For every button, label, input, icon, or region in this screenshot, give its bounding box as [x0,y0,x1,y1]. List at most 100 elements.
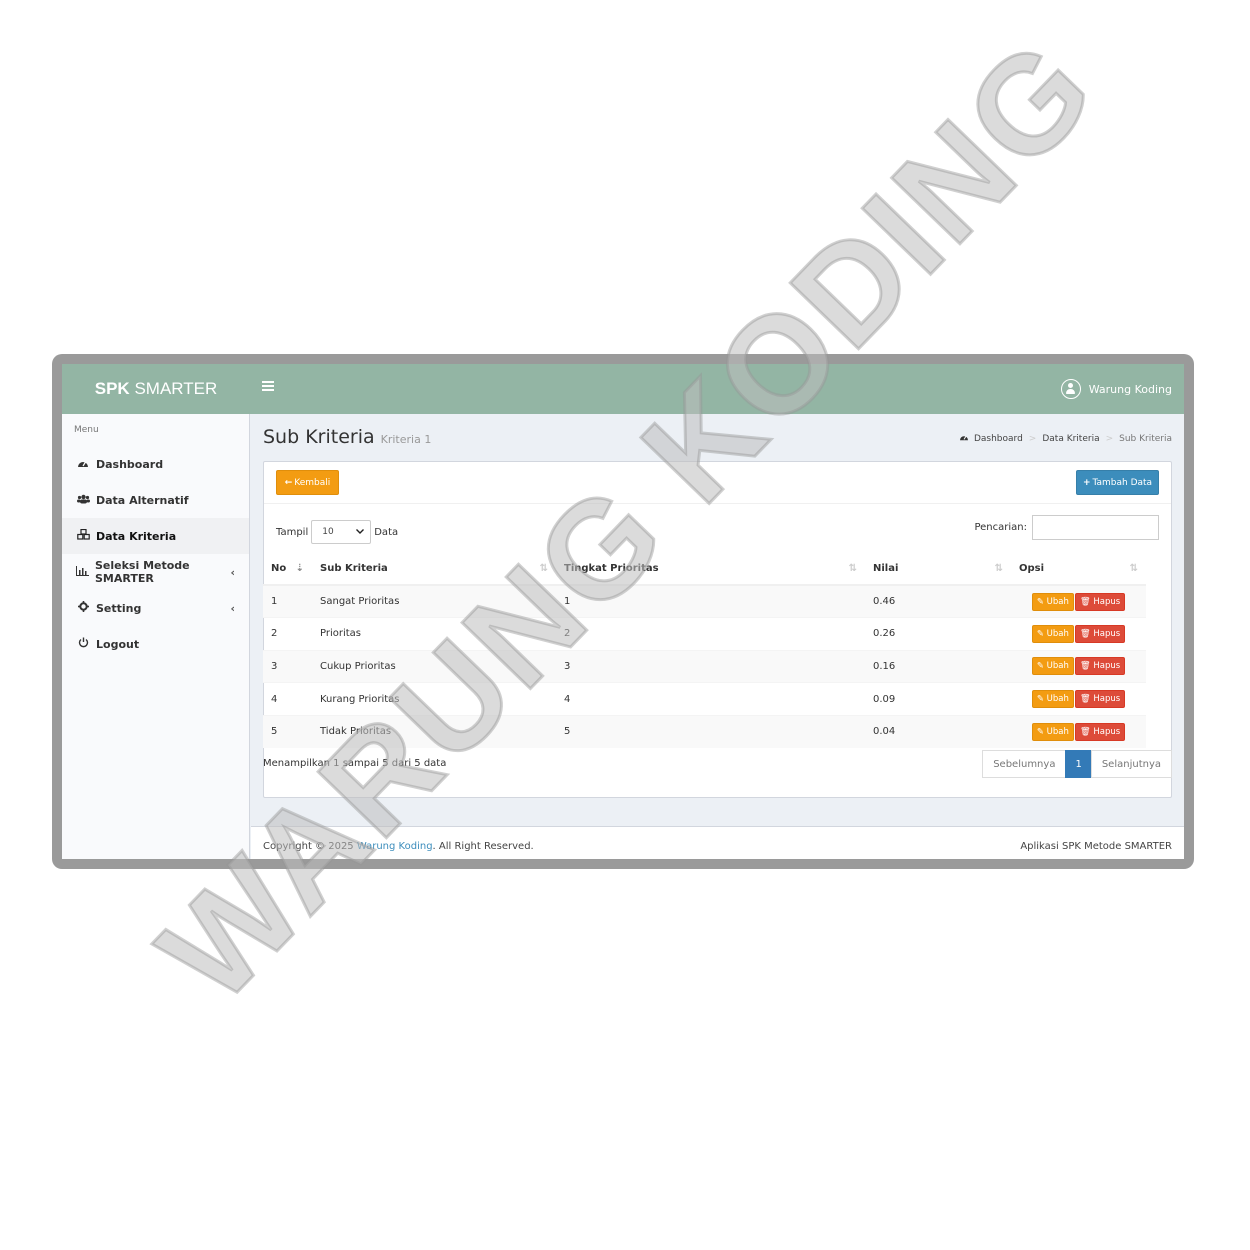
pagination-next[interactable]: Selanjutnya [1090,750,1172,778]
cell-opsi: ✎ Ubah 🗑 Hapus [1011,682,1146,716]
arrow-left-icon: ← [284,477,293,488]
pagination: Sebelumnya 1 Selanjutnya [982,750,1172,778]
edit-button[interactable]: ✎ Ubah [1031,624,1074,643]
table-row: 3 Cukup Prioritas 3 0.16 ✎ Ubah 🗑 Hapus [263,649,1146,683]
plus-icon: + [1082,477,1091,488]
delete-button[interactable]: 🗑 Hapus [1074,592,1126,611]
delete-button[interactable]: 🗑 Hapus [1074,624,1126,643]
sidebar-item-label: Data Alternatif [96,493,189,507]
table-row: 2 Prioritas 2 0.26 ✎ Ubah 🗑 Hapus [263,617,1146,651]
back-button[interactable]: ← Kembali [276,470,339,495]
page-length-select[interactable]: 10 [311,520,372,544]
breadcrumb-current: Sub Kriteria [1119,433,1172,444]
breadcrumb: Dashboard > Data Kriteria > Sub Kriteria [959,433,1172,444]
user-menu[interactable]: Warung Koding [1060,364,1172,414]
top-navbar: SPK SMARTER Warung Koding [62,364,1184,414]
copyright-link[interactable]: Warung Koding [357,841,433,852]
table-header-row: No ⇣ Sub Kriteria ⇅ Tingkat Prioritas ⇅ Nil… [263,553,1146,586]
column-header-tingkat-prioritas[interactable]: Tingkat Prioritas ⇅ [556,553,865,586]
cell-no: 1 [263,584,312,618]
sidebar-item-setting[interactable]: Setting ‹ [62,590,249,626]
sidebar: Menu Dashboard Data Alternatif Data Krit… [62,414,250,859]
sort-icon: ⇅ [994,563,1003,574]
cell-sub-kriteria: Kurang Prioritas [312,682,556,716]
search-input[interactable] [1032,515,1159,540]
page-length-control: Tampil 10 Data [276,520,398,544]
delete-button[interactable]: 🗑 Hapus [1074,722,1126,741]
breadcrumb-separator: > [1028,433,1037,444]
sidebar-header: Menu [74,425,99,435]
cell-opsi: ✎ Ubah 🗑 Hapus [1011,584,1146,618]
sidebar-item-logout[interactable]: Logout [62,626,249,662]
sort-icon: ⇅ [1129,563,1138,574]
footer-app-name: Aplikasi SPK Metode SMARTER [1020,841,1172,852]
sidebar-item-label: Setting [96,601,142,615]
copyright-suffix: . All Right Reserved. [432,841,534,852]
cell-nilai: 0.26 [865,617,1011,651]
edit-button[interactable]: ✎ Ubah [1031,690,1074,709]
cell-sub-kriteria: Tidak Prioritas [312,714,556,748]
table-row: 1 Sangat Prioritas 1 0.46 ✎ Ubah 🗑 Hapus [263,584,1146,618]
add-button-label: Tambah Data [1092,477,1153,488]
footer: Copyright © 2025 Warung Koding. All Righ… [251,826,1184,859]
power-icon [76,637,90,651]
column-header-nilai[interactable]: Nilai ⇅ [865,553,1011,586]
cell-tingkat: 5 [556,714,865,748]
cell-no: 3 [263,649,312,683]
breadcrumb-dashboard[interactable]: Dashboard [974,434,1023,444]
edit-button[interactable]: ✎ Ubah [1031,592,1074,611]
edit-button[interactable]: ✎ Ubah [1031,657,1074,676]
app-logo[interactable]: SPK SMARTER [62,364,250,414]
menu-toggle-icon[interactable] [262,381,274,393]
copyright-prefix: Copyright © 2025 [263,841,354,852]
cell-opsi: ✎ Ubah 🗑 Hapus [1011,617,1146,651]
table-row: 4 Kurang Prioritas 4 0.09 ✎ Ubah 🗑 Hapus [263,682,1146,716]
sidebar-item-data-kriteria[interactable]: Data Kriteria [62,518,249,554]
user-avatar-icon [1060,379,1081,399]
dashboard-icon [76,458,90,471]
cell-sub-kriteria: Prioritas [312,617,556,651]
cell-sub-kriteria: Cukup Prioritas [312,649,556,683]
cubes-icon [76,528,90,543]
page-title-text: Sub Kriteria [263,426,375,448]
cell-sub-kriteria: Sangat Prioritas [312,584,556,618]
sidebar-item-dashboard[interactable]: Dashboard [62,446,249,482]
page-subtitle: Kriteria 1 [380,433,432,446]
column-header-no[interactable]: No ⇣ [263,553,312,586]
sidebar-item-data-alternatif[interactable]: Data Alternatif [62,482,249,518]
delete-button[interactable]: 🗑 Hapus [1074,690,1126,709]
sidebar-item-label: Data Kriteria [96,529,177,543]
copyright: Copyright © 2025 Warung Koding. All Righ… [263,827,534,859]
page-length-value: 10 [322,527,334,537]
cell-tingkat: 4 [556,682,865,716]
app-window: SPK SMARTER Warung Koding Menu Dashboard… [62,364,1184,859]
pagination-page[interactable]: 1 [1065,750,1092,778]
dashboard-icon [959,433,969,444]
back-button-label: Kembali [294,477,331,488]
cell-tingkat: 1 [556,584,865,618]
chevron-down-icon [356,527,365,537]
add-data-button[interactable]: + Tambah Data [1076,470,1159,495]
delete-button[interactable]: 🗑 Hapus [1074,657,1126,676]
show-prefix: Tampil [276,526,309,538]
sidebar-item-label: Seleksi Metode SMARTER [95,559,190,585]
column-header-opsi[interactable]: Opsi ⇅ [1011,553,1146,586]
screenshot-frame: SPK SMARTER Warung Koding Menu Dashboard… [52,354,1194,869]
sort-asc-icon: ⇣ [295,563,304,574]
chevron-left-icon: ‹ [230,565,235,579]
page-title: Sub Kriteria Kriteria 1 [263,426,431,448]
edit-button[interactable]: ✎ Ubah [1031,722,1074,741]
sidebar-item-label: Logout [96,637,140,651]
sidebar-item-seleksi[interactable]: Seleksi Metode SMARTER ‹ [62,554,249,590]
column-header-sub-kriteria[interactable]: Sub Kriteria ⇅ [312,553,556,586]
cell-opsi: ✎ Ubah 🗑 Hapus [1011,714,1146,748]
sort-icon: ⇅ [848,563,857,574]
cell-no: 5 [263,714,312,748]
brand-rest: SMARTER [134,379,218,398]
cell-nilai: 0.04 [865,714,1011,748]
brand-bold: SPK [94,379,130,398]
gear-icon [76,601,90,615]
box-header: ← Kembali + Tambah Data [264,462,1171,504]
pagination-prev[interactable]: Sebelumnya [982,750,1067,778]
breadcrumb-data-kriteria[interactable]: Data Kriteria [1042,434,1099,444]
